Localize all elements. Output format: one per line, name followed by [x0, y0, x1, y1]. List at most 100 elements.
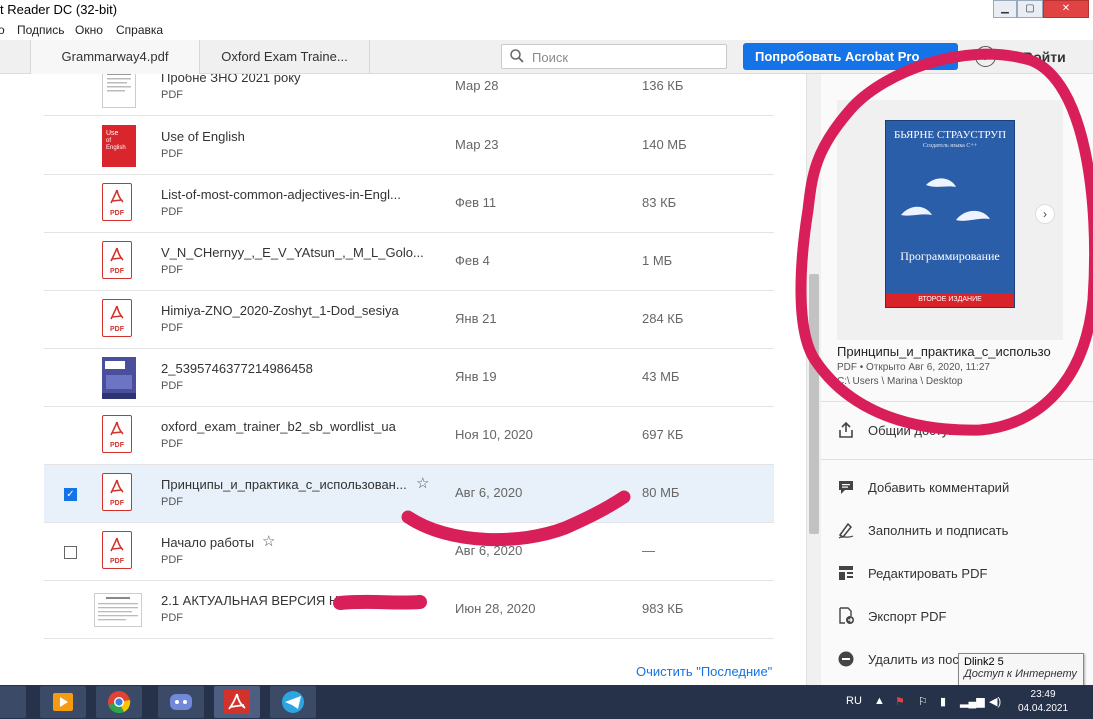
tray-battery-icon[interactable]: ▮	[940, 695, 946, 708]
clear-recent-link[interactable]: Очистить "Последние"	[636, 664, 772, 679]
file-name: 2.1 АКТУАЛЬНАЯ ВЕРСИЯ На	[161, 593, 346, 608]
edit-pdf-icon	[839, 566, 853, 580]
taskbar-clock[interactable]: 23:49 04.04.2021	[1018, 688, 1068, 716]
pdf-icon-label: PDF	[110, 268, 124, 275]
file-type: PDF	[161, 148, 183, 160]
pdf-icon-label: PDF	[110, 442, 124, 449]
next-page-chevron-icon[interactable]: ›	[1035, 204, 1055, 224]
file-name: Начало работы	[161, 535, 255, 550]
file-type: PDF	[161, 322, 183, 334]
file-row[interactable]: PDF List-of-most-common-adjectives-in-En…	[44, 175, 774, 233]
menu-item-sign[interactable]: Подпись	[17, 23, 65, 37]
language-indicator[interactable]: RU	[846, 695, 862, 707]
file-row-selected[interactable]: ✓ PDF Принципы_и_практика_с_использован.…	[44, 465, 774, 523]
menu-item-help[interactable]: Справка	[116, 23, 163, 37]
file-type: PDF	[161, 89, 183, 101]
file-type: PDF	[161, 438, 183, 450]
file-size: 43 МБ	[642, 369, 680, 384]
file-row[interactable]: PDF Начало работы ☆ PDF Авг 6, 2020 —	[44, 523, 774, 581]
file-size: 136 КБ	[642, 78, 684, 93]
file-name: Himiya-ZNO_2020-Zoshyt_1-Dod_sesiya	[161, 303, 399, 318]
pdf-icon-label: PDF	[110, 558, 124, 565]
file-name: Принципы_и_практика_с_использован...	[161, 477, 407, 492]
taskbar-media-player-icon[interactable]	[40, 686, 86, 718]
file-preview: БЬЯРНЕ СТРАУСТРУП Создатель языка C++ Пр…	[837, 100, 1063, 340]
file-date: Авг 6, 2020	[455, 485, 523, 500]
file-date: Фев 11	[455, 195, 497, 210]
window-title: t Reader DC (32-bit)	[0, 2, 118, 17]
file-row[interactable]: Use of English Use of English PDF Мар 23 1…	[44, 117, 774, 175]
book-cover-preview: БЬЯРНЕ СТРАУСТРУП Создатель языка C++ Пр…	[885, 120, 1015, 308]
file-row[interactable]: PDF V_N_CHernyy_,_E_V_YAtsun_,_M_L_Golo.…	[44, 233, 774, 291]
menu-item-window[interactable]: Окно	[75, 23, 103, 37]
title-bar: t Reader DC (32-bit) ▁ ▢ ✕	[0, 0, 1093, 20]
scrollbar-thumb[interactable]	[809, 274, 819, 534]
file-date: Фев 4	[455, 253, 490, 268]
minimize-button[interactable]: ▁	[993, 0, 1017, 18]
file-row[interactable]: 2_5395746377214986458 PDF Янв 19 43 МБ	[44, 349, 774, 407]
network-status: Доступ к Интернету	[964, 668, 1077, 680]
preview-file-name: Принципы_и_практика_с_использо	[837, 344, 1051, 359]
maximize-button[interactable]: ▢	[1017, 0, 1043, 18]
star-icon[interactable]: ☆	[262, 532, 275, 550]
file-size: 284 КБ	[642, 311, 684, 326]
remove-icon	[838, 651, 854, 667]
book-author: БЬЯРНЕ СТРАУСТРУП	[893, 129, 1007, 141]
share-icon	[839, 421, 853, 438]
sign-in-link[interactable]: Войти	[1023, 49, 1066, 65]
tab-oxford[interactable]: Oxford Exam Traine...	[200, 40, 370, 74]
row-checkbox-checked[interactable]: ✓	[64, 488, 77, 501]
document-thumbnail	[94, 593, 142, 627]
tray-notification-icon[interactable]: ⚐	[918, 695, 928, 708]
remove-recent-label: Удалить из пос	[868, 652, 959, 667]
export-pdf-label: Экспорт PDF	[868, 609, 947, 624]
tray-volume-icon[interactable]: ◀)	[989, 695, 1001, 708]
taskbar-chrome-icon[interactable]	[96, 686, 142, 718]
taskbar-discord-icon[interactable]	[158, 686, 204, 718]
star-icon[interactable]: ☆	[416, 474, 429, 492]
taskbar-acrobat-icon[interactable]	[214, 686, 260, 718]
file-size: 140 МБ	[642, 137, 687, 152]
tray-network-icon[interactable]: ▂▄▆	[960, 695, 985, 708]
divider	[821, 401, 1093, 402]
search-box[interactable]: Поиск	[501, 44, 727, 69]
file-name: 2_5395746377214986458	[161, 361, 313, 376]
recent-files-list: Пробне ЗНО 2021 року PDF Мар 28 136 КБ U…	[0, 74, 806, 685]
swans-illustration	[901, 178, 990, 221]
svg-text:English: English	[106, 145, 126, 151]
file-name: Пробне ЗНО 2021 року	[161, 74, 301, 85]
close-button[interactable]: ✕	[1043, 0, 1089, 18]
pdf-file-icon: PDF	[102, 299, 132, 337]
pdf-file-icon: PDF	[102, 531, 132, 569]
pdf-file-icon: PDF	[102, 183, 132, 221]
svg-text:of: of	[106, 138, 111, 144]
file-row[interactable]: PDF Himiya-ZNO_2020-Zoshyt_1-Dod_sesiya …	[44, 291, 774, 349]
file-type: PDF	[161, 380, 183, 392]
file-row[interactable]: Пробне ЗНО 2021 року PDF Мар 28 136 КБ	[44, 74, 774, 116]
file-type: PDF	[161, 264, 183, 276]
taskbar-app-partial[interactable]	[0, 686, 26, 718]
clock-date: 04.04.2021	[1018, 703, 1069, 714]
network-tooltip: Dlink2 5 Доступ к Интернету	[958, 653, 1084, 687]
tray-flag-icon[interactable]: ⚑	[895, 695, 905, 708]
book-cover-thumbnail	[102, 357, 136, 399]
file-type: PDF	[161, 612, 183, 624]
tray-expand-icon[interactable]: ▲	[874, 695, 885, 707]
row-checkbox[interactable]	[64, 546, 77, 559]
file-date: Янв 21	[455, 311, 497, 326]
list-scrollbar[interactable]	[806, 74, 821, 685]
taskbar-telegram-icon[interactable]	[270, 686, 316, 718]
try-acrobat-pro-button[interactable]: Попробовать Acrobat Pro	[743, 43, 958, 70]
pdf-file-icon: PDF	[102, 241, 132, 279]
network-name: Dlink2 5	[964, 656, 1004, 668]
book-cover-thumbnail: UseofEnglish	[102, 125, 136, 167]
preview-file-path: C:\ Users \ Marina \ Desktop	[837, 376, 963, 387]
menu-item-view[interactable]: o	[0, 23, 5, 37]
file-size: 80 МБ	[642, 485, 680, 500]
file-row[interactable]: PDF oxford_exam_trainer_b2_sb_wordlist_u…	[44, 407, 774, 465]
help-icon[interactable]: ?	[975, 46, 996, 67]
file-size: 697 КБ	[642, 427, 684, 442]
file-size: 1 МБ	[642, 253, 673, 268]
file-row[interactable]: 2.1 АКТУАЛЬНАЯ ВЕРСИЯ На PDF Июн 28, 202…	[44, 581, 774, 639]
tab-grammarway[interactable]: Grammarway4.pdf	[30, 40, 200, 74]
